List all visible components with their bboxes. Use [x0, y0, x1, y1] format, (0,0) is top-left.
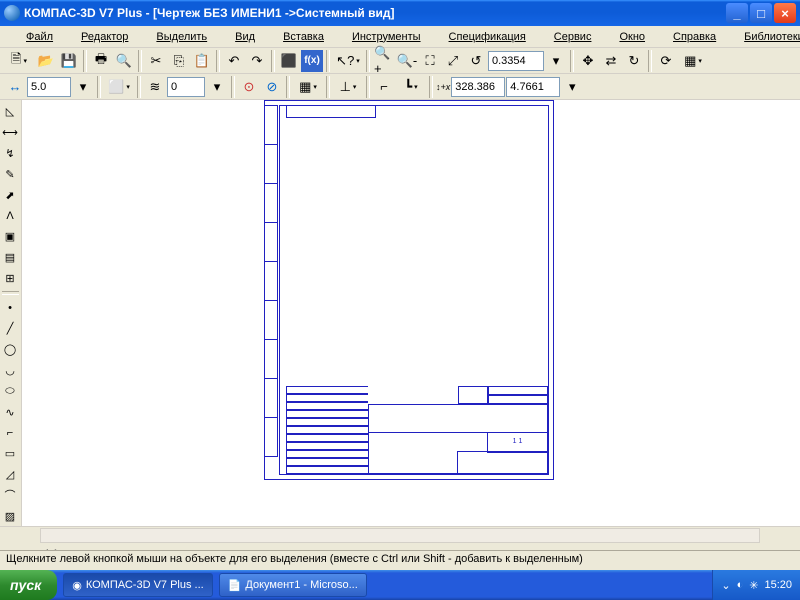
snap-on-button[interactable]: ⊙ — [238, 76, 260, 98]
new-button[interactable]: 🗎 — [4, 50, 34, 72]
select-panel-button[interactable]: ▣ — [0, 227, 20, 247]
toolbar-standard: 🗎 📂 💾 🖶 🔍 ✂ ⎘ 📋 ↶ ↷ ⬛ f(x) ↖? 🔍+ 🔍- ⛶ ⤢ … — [0, 48, 800, 74]
coord-x-label: ↕+x — [436, 82, 450, 92]
chamfer-button[interactable]: ◿ — [0, 465, 20, 485]
arc-button[interactable]: ◡ — [0, 361, 20, 381]
geometry-panel-button[interactable]: ◺ — [0, 102, 20, 122]
toolbar-current-state: ↔ ▾ ⬜ ≋ ▾ ⊙ ⊘ ▦ ⊥ ⌐ ┗ ↕+x ▾ — [0, 74, 800, 100]
round-button[interactable]: ⌐ — [373, 76, 395, 98]
spec-panel-button[interactable]: ▤ — [0, 248, 20, 268]
measure-panel-button[interactable]: Λ — [0, 206, 20, 226]
coord-dropdown[interactable]: ▾ — [561, 76, 583, 98]
save-button[interactable]: 💾 — [58, 50, 80, 72]
layer-input[interactable] — [167, 77, 205, 97]
params-panel-button[interactable]: ⬈ — [0, 185, 20, 205]
fillet-button[interactable]: ⌒ — [0, 485, 20, 505]
status-bar: Щелкните левой кнопкой мыши на объекте д… — [0, 550, 800, 570]
left-toolbar-panels: ◺ ⟷ ↯ ✎ ⬈ Λ ▣ ▤ ⊞ • ╱ ◯ ◡ ⬭ ∿ ⌐ ▭ ◿ ⌒ ▨ — [0, 100, 22, 526]
pan-button[interactable]: ✥ — [577, 50, 599, 72]
coord-y-input[interactable] — [506, 77, 560, 97]
taskbar-task-word[interactable]: 📄 Документ1 - Microso... — [219, 573, 367, 597]
view-state-button[interactable]: ⬜ — [104, 76, 134, 98]
coord-x-input[interactable] — [451, 77, 505, 97]
windows-button[interactable]: ▦ — [678, 50, 708, 72]
grid-button[interactable]: ▦ — [293, 76, 323, 98]
cut-button[interactable]: ✂ — [145, 50, 167, 72]
line-style-input[interactable] — [27, 77, 71, 97]
zoom-window-button[interactable]: ⛶ — [419, 50, 441, 72]
menu-edit[interactable]: Редактор — [67, 28, 142, 46]
symbols-panel-button[interactable]: ↯ — [0, 144, 20, 164]
local-cs-button[interactable]: ┗ — [396, 76, 426, 98]
undo-button[interactable]: ↶ — [223, 50, 245, 72]
open-button[interactable]: 📂 — [35, 50, 57, 72]
minimize-button[interactable]: _ — [726, 3, 748, 23]
zoom-prev-button[interactable]: ↺ — [465, 50, 487, 72]
snap-off-button[interactable]: ⊘ — [261, 76, 283, 98]
shift-button[interactable]: ⇄ — [600, 50, 622, 72]
menu-select[interactable]: Выделить — [142, 28, 221, 46]
properties-button[interactable]: ⬛ — [278, 50, 300, 72]
taskbar-task-kompas[interactable]: ◉ КОМПАС-3D V7 Plus ... — [63, 573, 212, 597]
spline-button[interactable]: ∿ — [0, 402, 20, 422]
line-style-dropdown[interactable]: ▾ — [72, 76, 94, 98]
start-button[interactable]: пуск — [0, 570, 57, 600]
app-icon — [4, 5, 20, 21]
zoom-in-button[interactable]: 🔍+ — [373, 50, 395, 72]
system-tray[interactable]: ⌄ ◐ ✳ 15:20 — [712, 570, 800, 600]
redraw-button[interactable]: ⟳ — [655, 50, 677, 72]
print-button[interactable]: 🖶 — [90, 50, 112, 72]
layer-dropdown[interactable]: ▾ — [206, 76, 228, 98]
rect-button[interactable]: ▭ — [0, 444, 20, 464]
horizontal-scrollbar[interactable] — [0, 526, 800, 543]
zoom-dropdown[interactable]: ▾ — [545, 50, 567, 72]
circle-button[interactable]: ◯ — [0, 340, 20, 360]
ellipse-button[interactable]: ⬭ — [0, 381, 20, 401]
polyline-button[interactable]: ⌐ — [0, 423, 20, 443]
hatch-button[interactable]: ▨ — [0, 506, 20, 526]
maximize-button[interactable]: □ — [750, 3, 772, 23]
help-context-button[interactable]: ↖? — [333, 50, 363, 72]
window-title: КОМПАС-3D V7 Plus - [Чертеж БЕЗ ИМЕНИ1 -… — [24, 6, 726, 20]
zoom-out-button[interactable]: 🔍- — [396, 50, 418, 72]
rotate-button[interactable]: ↻ — [623, 50, 645, 72]
preview-button[interactable]: 🔍 — [113, 50, 135, 72]
edit-panel-button[interactable]: ✎ — [0, 164, 20, 184]
menu-service[interactable]: Сервис — [540, 28, 606, 46]
ortho-button[interactable]: ⊥ — [333, 76, 363, 98]
line-button[interactable]: ╱ — [0, 319, 20, 339]
word-icon: 📄 — [228, 579, 242, 592]
clock: 15:20 — [764, 579, 792, 591]
assoc-panel-button[interactable]: ⊞ — [0, 268, 20, 288]
drawing-sheet: 1 1 — [264, 100, 554, 480]
paste-button[interactable]: 📋 — [191, 50, 213, 72]
redo-button[interactable]: ↷ — [246, 50, 268, 72]
taskbar: пуск ◉ КОМПАС-3D V7 Plus ... 📄 Документ1… — [0, 570, 800, 600]
tray-icon: ⌄ — [721, 579, 730, 592]
tray-icon-3: ✳ — [749, 579, 758, 592]
kompas-icon: ◉ — [72, 579, 82, 592]
dimensions-panel-button[interactable]: ⟷ — [0, 123, 20, 143]
menu-spec[interactable]: Спецификация — [435, 28, 540, 46]
menu-view[interactable]: Вид — [221, 28, 269, 46]
layer-icon: ≋ — [144, 76, 166, 98]
title-bar: КОМПАС-3D V7 Plus - [Чертеж БЕЗ ИМЕНИ1 -… — [0, 0, 800, 26]
menu-bar: Файл Редактор Выделить Вид Вставка Инстр… — [0, 26, 800, 48]
copy-button[interactable]: ⎘ — [168, 50, 190, 72]
menu-lib[interactable]: Библиотеки — [730, 28, 800, 46]
menu-file[interactable]: Файл — [12, 28, 67, 46]
line-style-icon: ↔ — [4, 76, 26, 98]
menu-tools[interactable]: Инструменты — [338, 28, 435, 46]
zoom-scale-input[interactable] — [488, 51, 544, 71]
menu-help[interactable]: Справка — [659, 28, 730, 46]
menu-window[interactable]: Окно — [605, 28, 659, 46]
zoom-all-button[interactable]: ⤢ — [442, 50, 464, 72]
point-button[interactable]: • — [0, 298, 20, 318]
drawing-canvas[interactable]: 1 1 — [22, 100, 800, 526]
tray-icon-2: ◐ — [737, 579, 744, 591]
menu-insert[interactable]: Вставка — [269, 28, 338, 46]
variables-button[interactable]: f(x) — [301, 50, 323, 72]
status-text: Щелкните левой кнопкой мыши на объекте д… — [6, 553, 583, 565]
close-button[interactable]: × — [774, 3, 796, 23]
